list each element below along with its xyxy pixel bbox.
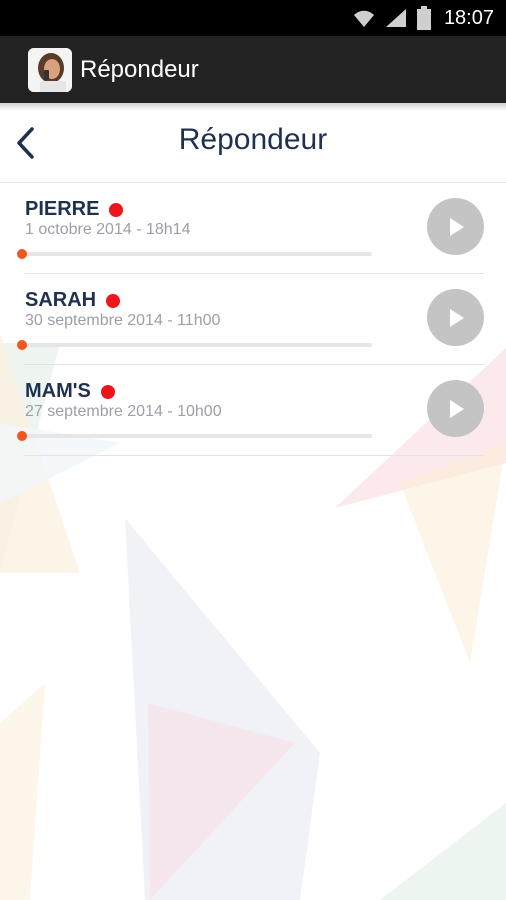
battery-icon <box>416 6 432 30</box>
unread-indicator <box>109 202 124 217</box>
action-bar-title: Répondeur <box>80 55 199 83</box>
playback-progress[interactable] <box>17 431 372 441</box>
play-button[interactable] <box>427 198 484 255</box>
play-icon <box>449 399 464 418</box>
play-icon <box>449 308 464 327</box>
progress-handle[interactable] <box>17 340 27 350</box>
voicemail-item[interactable]: PIERRE 1 octobre 2014 - 18h14 <box>0 183 506 274</box>
play-button[interactable] <box>427 289 484 346</box>
action-bar: Répondeur <box>0 36 506 103</box>
signal-icon <box>384 7 408 29</box>
voicemail-list: PIERRE 1 octobre 2014 - 18h14 SARAH 30 s… <box>0 183 506 456</box>
unread-indicator <box>106 293 121 308</box>
playback-progress[interactable] <box>17 340 372 350</box>
play-icon <box>449 217 464 236</box>
unread-indicator <box>100 384 115 399</box>
status-time: 18:07 <box>443 6 494 29</box>
voicemail-item[interactable]: SARAH 30 septembre 2014 - 11h00 <box>0 274 506 365</box>
wifi-icon <box>352 7 376 29</box>
page-header: Répondeur <box>0 111 506 182</box>
divider <box>24 455 484 456</box>
caller-name: PIERRE <box>25 198 100 220</box>
caller-name: MAM'S <box>25 380 91 402</box>
status-bar: 18:07 <box>0 0 506 36</box>
message-date: 30 septembre 2014 - 11h00 <box>25 312 221 329</box>
playback-progress[interactable] <box>17 249 372 259</box>
progress-handle[interactable] <box>17 249 27 259</box>
action-bar-shadow <box>0 103 506 111</box>
message-date: 27 septembre 2014 - 10h00 <box>25 403 222 420</box>
page-title: Répondeur <box>178 123 328 156</box>
app-avatar-icon[interactable] <box>28 47 72 92</box>
play-button[interactable] <box>427 380 484 437</box>
caller-name: SARAH <box>25 289 97 311</box>
progress-handle[interactable] <box>17 431 27 441</box>
voicemail-item[interactable]: MAM'S 27 septembre 2014 - 10h00 <box>0 365 506 456</box>
message-date: 1 octobre 2014 - 18h14 <box>25 221 191 238</box>
